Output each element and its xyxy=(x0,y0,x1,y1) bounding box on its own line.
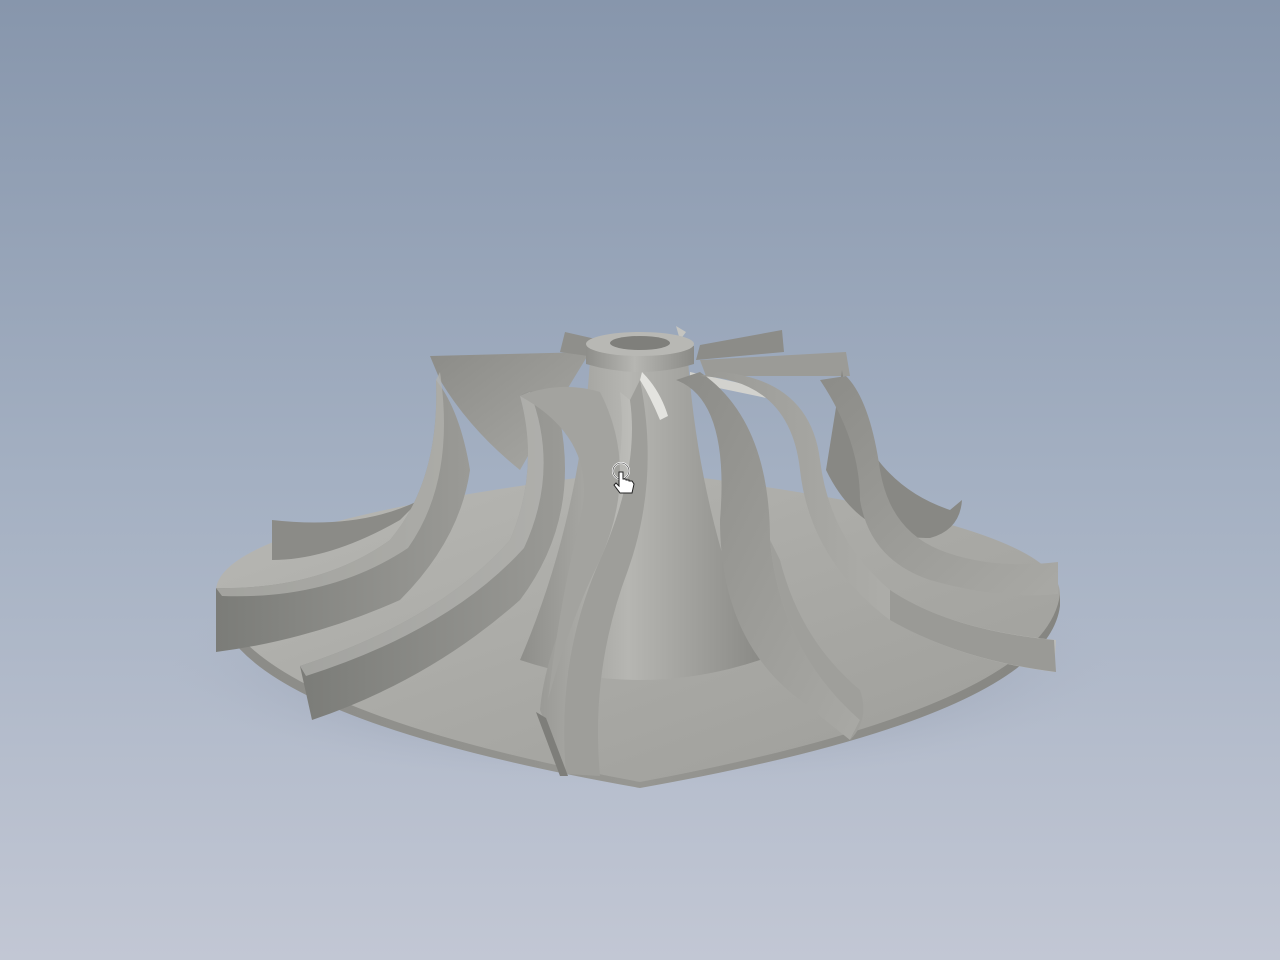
model-scene[interactable] xyxy=(0,0,1280,960)
cad-3d-viewport[interactable] xyxy=(0,0,1280,960)
hub-bore xyxy=(610,336,670,350)
